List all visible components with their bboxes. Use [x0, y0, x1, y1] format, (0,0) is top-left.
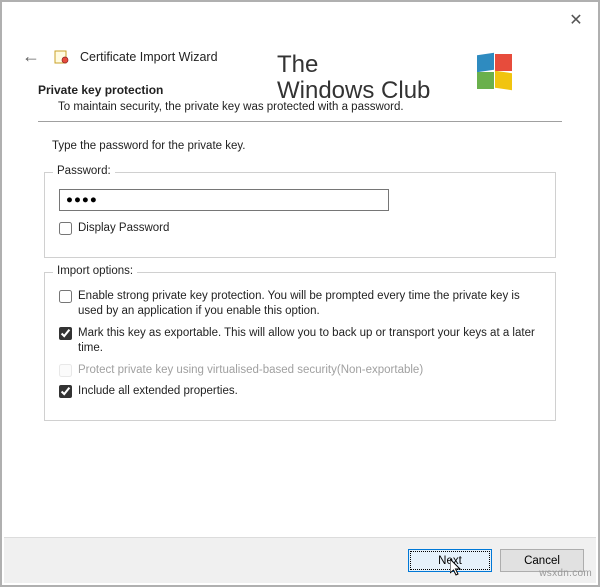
separator [38, 121, 562, 122]
back-arrow-icon[interactable]: ← [18, 44, 44, 69]
strong-protection-checkbox[interactable] [59, 290, 72, 303]
wizard-header: ← Certificate Import Wizard [2, 38, 598, 69]
close-icon[interactable]: ✕ [554, 2, 598, 38]
vbs-label: Protect private key using virtualised-ba… [78, 363, 541, 379]
instruction-text: Type the password for the private key. [52, 140, 562, 152]
exportable-checkbox[interactable] [59, 327, 72, 340]
footer-bar: Next Cancel [4, 537, 596, 583]
wizard-title: Certificate Import Wizard [80, 50, 218, 64]
password-input[interactable] [59, 189, 389, 211]
password-fieldset: Password: Display Password [44, 172, 556, 258]
page-heading: Private key protection [38, 83, 562, 97]
next-button[interactable]: Next [408, 549, 492, 572]
exportable-row[interactable]: Mark this key as exportable. This will a… [59, 326, 541, 357]
content-area: Private key protection To maintain secur… [2, 69, 598, 421]
password-legend: Password: [53, 165, 115, 177]
display-password-label: Display Password [78, 221, 541, 237]
extended-checkbox[interactable] [59, 385, 72, 398]
cancel-button[interactable]: Cancel [500, 549, 584, 572]
vbs-row: Protect private key using virtualised-ba… [59, 363, 541, 379]
certificate-icon [54, 49, 70, 65]
display-password-row[interactable]: Display Password [59, 221, 541, 237]
display-password-checkbox[interactable] [59, 222, 72, 235]
import-options-fieldset: Import options: Enable strong private ke… [44, 272, 556, 421]
strong-protection-label: Enable strong private key protection. Yo… [78, 289, 541, 320]
vbs-checkbox [59, 364, 72, 377]
titlebar: ✕ [2, 2, 598, 38]
exportable-label: Mark this key as exportable. This will a… [78, 326, 541, 357]
page-subheading: To maintain security, the private key wa… [58, 101, 562, 113]
extended-label: Include all extended properties. [78, 384, 541, 400]
extended-row[interactable]: Include all extended properties. [59, 384, 541, 400]
strong-protection-row[interactable]: Enable strong private key protection. Yo… [59, 289, 541, 320]
import-options-legend: Import options: [53, 265, 137, 277]
